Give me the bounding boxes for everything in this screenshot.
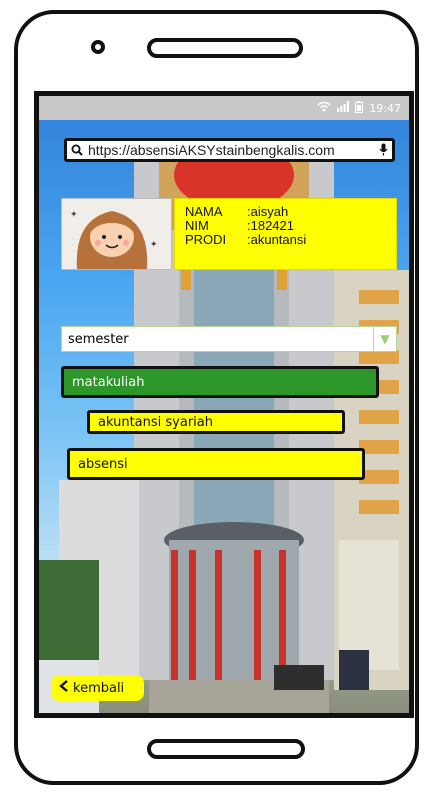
back-label: kembali [73, 680, 125, 696]
chevron-down-icon[interactable]: ▼ [373, 327, 396, 351]
camera-dot [91, 40, 105, 54]
semester-dropdown[interactable]: semester ▼ [61, 326, 397, 352]
status-bar: 19:47 [39, 96, 409, 120]
avatar: ✦ ✦ [61, 198, 172, 270]
status-time: 19:47 [369, 101, 401, 115]
address-bar[interactable]: https://absensiAKSYstainbengkalis.com [64, 138, 395, 162]
absensi-button[interactable]: absensi [67, 448, 365, 480]
prodi-row: PRODI :akuntansi [185, 233, 396, 247]
nim-value: :182421 [247, 218, 294, 233]
name-value: :aisyah [247, 204, 289, 219]
battery-icon [355, 100, 364, 116]
student-profile-card: ✦ ✦ NAMA :aisyah NIM :182421 PRODI :akuntan… [61, 198, 397, 270]
prodi-value: :akuntansi [247, 232, 307, 247]
app-screen: 19:47 https://absensiAKSYstainbengkalis.… [34, 91, 414, 718]
url-text: https://absensiAKSYstainbengkalis.com [88, 142, 335, 158]
svg-text:✦: ✦ [70, 210, 78, 220]
nim-label: NIM [185, 218, 209, 233]
search-icon [71, 141, 83, 160]
nim-row: NIM :182421 [185, 219, 396, 233]
wifi-icon [317, 101, 331, 115]
semester-label: semester [68, 331, 129, 347]
signal-icon [337, 101, 350, 115]
speaker-grille [147, 38, 303, 58]
course-akuntansi-syariah-button[interactable]: akuntansi syariah [87, 410, 345, 434]
svg-text:✦: ✦ [150, 240, 158, 250]
student-info: NAMA :aisyah NIM :182421 PRODI :akuntansi [174, 198, 397, 270]
matakuliah-button[interactable]: matakuliah [61, 366, 379, 398]
home-button[interactable] [147, 739, 305, 759]
prodi-label: PRODI [185, 232, 227, 247]
chevron-left-icon [59, 680, 69, 696]
name-label: NAMA [185, 204, 223, 219]
name-row: NAMA :aisyah [185, 205, 396, 219]
back-button[interactable]: kembali [51, 675, 144, 701]
microphone-icon[interactable] [379, 141, 388, 160]
